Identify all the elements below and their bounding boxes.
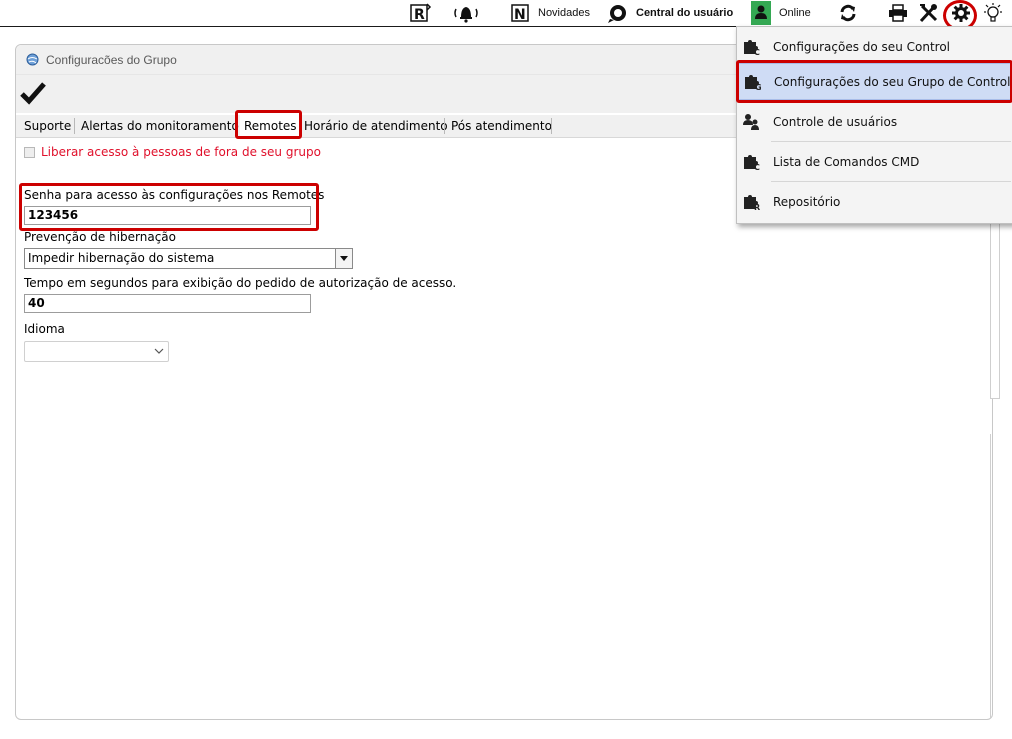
top-toolbar: R N Novidades Central do usuário Online	[0, 0, 1012, 31]
svg-text:G: G	[755, 83, 762, 91]
repository-puzzle-icon: R	[744, 195, 760, 211]
tab-separator	[74, 118, 75, 134]
menu-item-user-control[interactable]: Controle de usuários	[737, 104, 1012, 140]
hibernation-select[interactable]: Impedir hibernação do sistema	[24, 248, 353, 269]
scrollbar[interactable]	[990, 222, 1000, 399]
hibernation-value: Impedir hibernação do sistema	[28, 251, 215, 265]
menu-separator	[771, 141, 1011, 142]
external-access-checkbox[interactable]	[24, 146, 35, 158]
menu-item-label: Controle de usuários	[773, 115, 898, 129]
window-title: Configuracões do Grupo	[46, 53, 177, 67]
password-label: Senha para acesso às configurações nos R…	[24, 188, 325, 202]
menu-item-label: Repositório	[773, 195, 841, 209]
menu-separator	[771, 181, 1011, 182]
menu-item-label: Configurações do seu Control	[773, 40, 950, 54]
remote-r-icon[interactable]: R	[408, 0, 432, 26]
group-puzzle-icon: G	[745, 75, 762, 91]
chevron-down-icon	[154, 348, 164, 354]
menu-item-cmd-list[interactable]: C Lista de Comandos CMD	[737, 144, 1012, 180]
user-center-label: Central do usuário	[636, 7, 734, 19]
svg-text:R: R	[414, 7, 425, 23]
language-select[interactable]	[24, 341, 169, 362]
svg-text:N: N	[514, 7, 526, 23]
menu-item-repository[interactable]: R Repositório	[737, 184, 1012, 220]
user-center-icon	[608, 5, 626, 23]
hibernation-label: Prevenção de hibernação	[24, 230, 177, 244]
user-center-button[interactable]: Central do usuário	[606, 0, 733, 26]
tab-separator	[551, 118, 552, 134]
news-label: Novidades	[538, 7, 590, 19]
password-input[interactable]: 123456	[24, 206, 311, 225]
language-label: Idioma	[24, 322, 65, 336]
news-n-icon: N	[511, 4, 529, 23]
tab-horario[interactable]: Horário de atendimento	[300, 115, 452, 137]
external-access-option[interactable]: Liberar acesso à pessoas de fora de seu …	[24, 145, 321, 159]
globe-icon	[26, 53, 39, 66]
window-edge	[990, 434, 999, 718]
alarm-bell-icon[interactable]	[452, 0, 480, 26]
online-status-label: Online	[779, 7, 811, 19]
menu-item-label: Configurações do seu Grupo de Controls	[774, 74, 1012, 89]
save-check-icon[interactable]	[20, 81, 46, 105]
external-access-label: Liberar acesso à pessoas de fora de seu …	[41, 145, 321, 159]
users-icon	[743, 114, 759, 130]
timeout-label: Tempo em segundos para exibição do pedid…	[24, 276, 457, 290]
tab-separator	[444, 118, 445, 134]
svg-text:C: C	[754, 48, 760, 56]
dropdown-arrow-icon[interactable]	[335, 249, 352, 268]
control-puzzle-icon: C	[744, 40, 760, 56]
news-button[interactable]: N Novidades	[510, 0, 590, 26]
user-online-icon[interactable]	[751, 1, 771, 25]
settings-dropdown-menu: C Configurações do seu Control G Configu…	[736, 26, 1012, 224]
cmd-puzzle-icon: C	[744, 155, 760, 171]
menu-item-group-settings[interactable]: G Configurações do seu Grupo de Controls	[737, 63, 1012, 100]
menu-item-label: Lista de Comandos CMD	[773, 155, 920, 169]
tab-pos-atendimento[interactable]: Pós atendimento	[447, 115, 556, 137]
printer-icon[interactable]	[888, 0, 908, 26]
lightbulb-icon[interactable]	[981, 0, 1005, 26]
svg-text:R: R	[754, 203, 760, 211]
settings-gear-icon[interactable]	[950, 0, 972, 26]
timeout-input[interactable]: 40	[24, 294, 311, 313]
menu-item-control-settings[interactable]: C Configurações do seu Control	[737, 29, 1012, 65]
tab-alertas[interactable]: Alertas do monitoramento	[77, 115, 243, 137]
tools-icon[interactable]	[918, 0, 940, 26]
refresh-icon[interactable]	[838, 0, 858, 26]
tab-remotes[interactable]: Remotes	[240, 115, 301, 137]
tab-suporte[interactable]: Suporte	[20, 115, 75, 137]
svg-text:C: C	[754, 163, 760, 171]
